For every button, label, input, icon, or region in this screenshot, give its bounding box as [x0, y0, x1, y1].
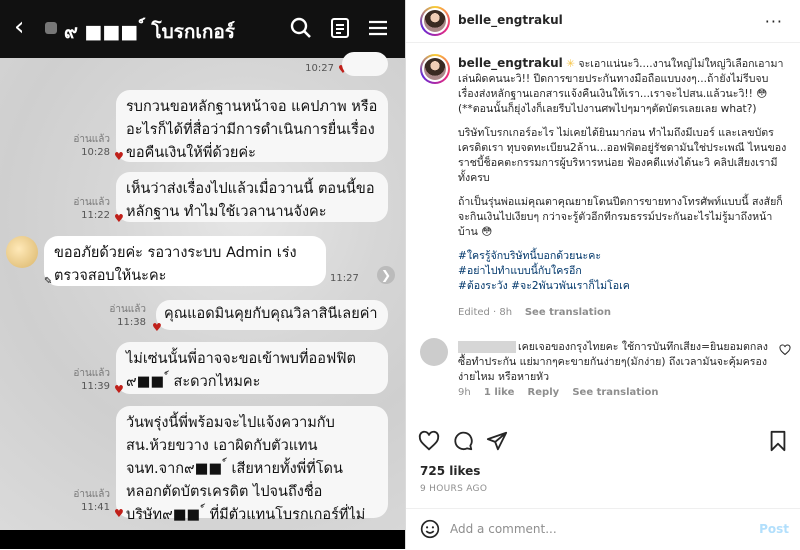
emoji-icon[interactable] — [420, 519, 440, 539]
message-meta: อ่านแล้ว 10:28 — [64, 133, 110, 159]
instagram-post-panel: belle_engtrakul ··· belle_engtrakul ✳ จะ… — [405, 0, 800, 549]
share-arrow-icon[interactable]: ❯ — [377, 266, 395, 284]
more-options-icon[interactable]: ··· — [765, 12, 783, 31]
message-meta: อ่านแล้ว 11:22 — [64, 196, 110, 222]
message-bubble: วันพรุ่งนี้พี่พร้อมจะไปแจ้งความกับ สน.ห้… — [116, 406, 388, 523]
avatar[interactable] — [6, 236, 38, 268]
commenter-avatar[interactable] — [420, 338, 448, 366]
message-meta: อ่านแล้ว 11:38 — [100, 303, 146, 329]
chat-header: ‹ ๙ ■■■ ์ โบรกเกอร์ — [0, 0, 405, 58]
message-meta: อ่านแล้ว 11:39 — [64, 367, 110, 393]
add-comment-input[interactable]: Add a comment... — [450, 522, 557, 536]
bookmark-icon[interactable] — [768, 430, 788, 452]
read-status: อ่านแล้ว — [73, 489, 110, 500]
search-icon[interactable] — [289, 16, 313, 40]
menu-icon[interactable] — [366, 16, 390, 40]
message-bubble: ไม่เซ่นนั้นพี่อาจจะขอเข้าพบที่ออฟฟิต ๙■■… — [116, 342, 388, 394]
likes-count[interactable]: 725 likes — [420, 464, 480, 478]
like-icon[interactable] — [418, 430, 440, 452]
read-status: อ่านแล้ว — [73, 197, 110, 208]
message-time: 10:28 — [81, 147, 110, 158]
shield-icon — [45, 22, 57, 34]
message-bubble-incoming: ขออภัยด้วยค่ะ รอวางระบบ Admin เร่งตรวจสอ… — [44, 236, 326, 286]
hashtag-link[interactable]: #ใครรู้จักบริษัทนี้บอกด้วยนะคะ — [458, 249, 788, 264]
message-time: 11:41 — [81, 502, 110, 513]
post-header: belle_engtrakul ··· — [406, 0, 800, 43]
caption-paragraph: บริษัทโบรกเกอร์อะไร ไม่เคยได้ยินมาก่อน ท… — [458, 127, 787, 184]
read-status: อ่านแล้ว — [109, 304, 146, 315]
chat-screenshot: ‹ ๙ ■■■ ์ โบรกเกอร์ 10:27 ♥ อ่านแล้ว 10:… — [0, 0, 405, 549]
hashtag-link[interactable]: #อย่าไปทำแบบนี้กับใครอีก — [458, 264, 788, 279]
comment-meta: 9h 1 like Reply See translation — [458, 387, 668, 398]
chat-area: ‹ ๙ ■■■ ์ โบรกเกอร์ 10:27 ♥ อ่านแล้ว 10:… — [0, 0, 405, 530]
read-status: อ่านแล้ว — [73, 368, 110, 379]
heart-sticker-icon — [114, 383, 124, 396]
add-comment-bar: Add a comment... Post — [406, 508, 800, 550]
heart-sticker-icon — [152, 321, 162, 334]
read-status: อ่านแล้ว — [73, 134, 110, 145]
message-time: 11:38 — [117, 317, 146, 328]
message-time: 10:27 — [305, 63, 334, 74]
sparkle-icon: ✳ — [566, 58, 576, 70]
pencil-icon: ✎ — [44, 276, 53, 287]
author-avatar[interactable] — [420, 6, 450, 36]
post-comment-button[interactable]: Post — [759, 522, 789, 536]
message-meta: อ่านแล้ว 11:41 — [64, 488, 110, 514]
reply-button[interactable]: Reply — [528, 387, 560, 398]
share-icon[interactable] — [486, 430, 508, 452]
caption-paragraph: belle_engtrakul ✳ จะเอาแน่นะวิ....งานใหญ… — [458, 56, 788, 117]
message-bubble: รบกวนขอหลักฐานหน้าจอ แคปภาพ หรืออะไรก็ได… — [116, 90, 388, 162]
post-timestamp: 9 HOURS AGO — [420, 484, 488, 494]
message-time: 11:39 — [81, 381, 110, 392]
post-caption: belle_engtrakul ✳ จะเอาแน่นะวิ....งานใหญ… — [458, 56, 788, 294]
caption-username[interactable]: belle_engtrakul — [458, 56, 563, 70]
chat-title: ๙ ■■■ ์ โบรกเกอร์ — [64, 21, 235, 43]
see-translation-link[interactable]: See translation — [525, 307, 611, 318]
message-time: 11:27 — [330, 273, 359, 284]
back-arrow-icon[interactable]: ‹ — [14, 14, 24, 40]
heart-sticker-icon — [114, 212, 124, 225]
hashtag-list: #ใครรู้จักบริษัทนี้บอกด้วยนะคะ #อย่าไปทำ… — [458, 249, 788, 294]
heart-sticker-icon — [114, 507, 124, 520]
post-actions — [406, 430, 800, 454]
comment-likes[interactable]: 1 like — [484, 387, 514, 398]
message-time: 11:22 — [81, 210, 110, 221]
see-translation-link[interactable]: See translation — [572, 387, 658, 398]
comment-icon[interactable] — [452, 430, 474, 452]
caption-avatar[interactable] — [420, 54, 450, 84]
message-bubble: เห็นว่าส่งเรื่องไปแล้วเมื่อวานนี้ ตอนนี้… — [116, 172, 388, 222]
comment-text: เคยเจอของกรุงไทยคะ ใช้การบันทึกเสียง=ยิน… — [458, 340, 768, 385]
hashtag-link[interactable]: #ต้องระวัง #จะ2พันวพันเราก็ไม่โอเค — [458, 279, 788, 294]
author-username[interactable]: belle_engtrakul — [458, 13, 563, 27]
message-bubble-partial — [342, 52, 388, 76]
notes-icon[interactable] — [328, 16, 352, 40]
caption-paragraph: ถ้าเป็นรุ่นพ่อแม่คุณตาคุณยายโดนปีดการขาย… — [458, 196, 783, 238]
heart-sticker-icon — [114, 150, 124, 163]
comment-time: 9h — [458, 387, 471, 398]
message-bubble: คุณแอดมินคุยกับคุณวิลาสินีเลยค่า — [156, 300, 388, 330]
heart-outline-icon[interactable] — [779, 344, 791, 356]
edited-status: Edited · 8h — [458, 307, 513, 318]
screenshot-root: ‹ ๙ ■■■ ์ โบรกเกอร์ 10:27 ♥ อ่านแล้ว 10:… — [0, 0, 800, 549]
comment-body: เคยเจอของกรุงไทยคะ ใช้การบันทึกเสียง=ยิน… — [458, 341, 768, 383]
caption-meta: Edited · 8h See translation — [458, 307, 611, 318]
